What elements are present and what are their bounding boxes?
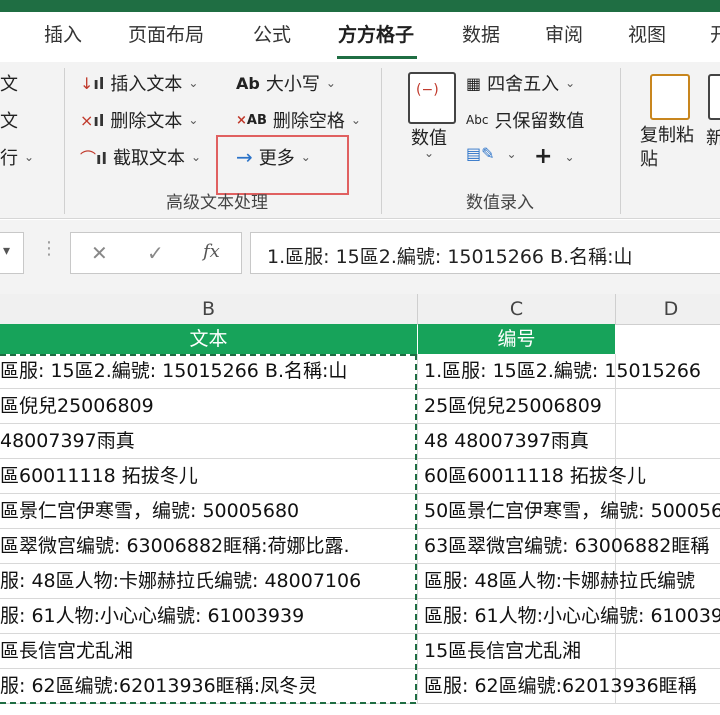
- extract-text-label: 截取文本: [112, 148, 185, 169]
- confirm-icon[interactable]: ✓: [147, 241, 164, 265]
- ribbon-divider: [381, 68, 382, 214]
- formula-content: 1.區服: 15區2.編號: 15015266 B.名稱:山: [267, 246, 633, 268]
- clipboard-icon: [650, 74, 690, 120]
- new-icon: [708, 74, 720, 120]
- chevron-down-icon: ⌄: [190, 150, 202, 164]
- case-label: 大小写: [265, 74, 320, 95]
- round-label: 四舍五入: [487, 74, 560, 95]
- tab-developer[interactable]: 开: [710, 20, 720, 47]
- copy-selection-marquee: [0, 354, 417, 704]
- chevron-down-icon: ⌄: [188, 113, 199, 127]
- tab-insert[interactable]: 插入: [44, 20, 82, 47]
- highlight-box: [216, 135, 349, 195]
- formula-bar: ▾ ⋮ ✕ ✓ fx 1.區服: 15區2.編號: 15015266 B.名稱:…: [0, 220, 720, 294]
- remove-space-button[interactable]: ×AB 删除空格 ⌄: [236, 107, 361, 133]
- chevron-down-icon: ⌄: [325, 76, 336, 90]
- plus-icon: +: [534, 144, 553, 169]
- edit-icon: ▤✎: [466, 144, 495, 163]
- delete-text-label: 删除文本: [110, 111, 183, 132]
- chevron-down-icon: ⌄: [188, 76, 199, 90]
- chevron-down-icon: ⌄: [424, 146, 435, 160]
- insert-text-label: 插入文本: [110, 74, 183, 95]
- chevron-down-icon: ▾: [3, 243, 11, 259]
- header-cell-text[interactable]: 文本: [0, 324, 417, 354]
- formula-actions: ✕ ✓ fx: [70, 232, 242, 274]
- ribbon-divider: [64, 68, 65, 214]
- add-button[interactable]: + ⌄: [534, 144, 575, 169]
- more-dots-icon: ⋮: [40, 238, 58, 259]
- column-header-d[interactable]: D: [616, 294, 720, 324]
- chevron-down-icon: ⌄: [506, 146, 517, 161]
- name-box[interactable]: ▾: [0, 232, 24, 274]
- title-bar-strip: [0, 0, 720, 12]
- ribbon-tab-bar: 插入 页面布局 公式 方方格子 数据 审阅 视图 开: [0, 0, 720, 62]
- insert-text-icon: ↓ıl: [80, 73, 105, 93]
- delete-text-button[interactable]: ×ıl 删除文本 ⌄: [80, 107, 198, 133]
- cancel-icon[interactable]: ✕: [91, 241, 108, 265]
- keep-numeric-label: 只保留数值: [494, 111, 585, 132]
- chevron-down-icon: ⌄: [24, 150, 35, 164]
- remove-space-label: 删除空格: [272, 111, 345, 132]
- tab-page-layout[interactable]: 页面布局: [128, 20, 204, 47]
- ribbon-left-item-2[interactable]: 文: [0, 107, 18, 133]
- value-icon-glyph: (−): [416, 82, 439, 98]
- keep-numeric-button[interactable]: Abc 只保留数值: [466, 107, 584, 133]
- chevron-down-icon: ⌄: [350, 113, 361, 127]
- ribbon-divider: [620, 68, 621, 214]
- header-cell-number[interactable]: 编号: [418, 324, 615, 354]
- extract-text-button[interactable]: ⌒ıl 截取文本 ⌄: [80, 144, 201, 170]
- keep-numeric-icon: Abc: [466, 113, 489, 127]
- chevron-down-icon: ⌄: [564, 149, 575, 164]
- ribbon: 文 文 行 ⌄ ↓ıl 插入文本 ⌄ ×ıl 删除文本 ⌄ ⌒ıl 截取文本 ⌄ Ab …: [0, 62, 720, 219]
- ribbon-left-item-3[interactable]: 行 ⌄: [0, 144, 34, 170]
- tab-formulas[interactable]: 公式: [253, 20, 291, 47]
- case-icon: Ab: [236, 73, 260, 93]
- ribbon-left-item-1[interactable]: 文: [0, 70, 18, 96]
- delete-text-icon: ×ıl: [80, 110, 105, 130]
- tab-view[interactable]: 视图: [628, 20, 666, 47]
- numeric-group-label: 数值录入: [466, 193, 534, 213]
- text-group-label: 高级文本处理: [166, 193, 268, 213]
- edit-button[interactable]: ▤✎ ⌄: [466, 144, 517, 163]
- copy-paste-button[interactable]: 复制粘贴: [640, 124, 696, 172]
- chevron-down-icon: ⌄: [565, 76, 576, 90]
- ribbon-left-item-3-label: 行: [0, 148, 18, 169]
- insert-function-icon[interactable]: fx: [203, 241, 220, 262]
- extract-text-icon: ⌒ıl: [80, 149, 107, 168]
- tab-fangfang[interactable]: 方方格子: [338, 20, 414, 47]
- case-button[interactable]: Ab 大小写 ⌄: [236, 70, 336, 96]
- value-icon: (−): [408, 72, 456, 124]
- formula-input[interactable]: 1.區服: 15區2.編號: 15015266 B.名稱:山: [250, 232, 720, 274]
- column-header-c[interactable]: C: [418, 294, 615, 324]
- new-button[interactable]: 新: [706, 124, 720, 150]
- tab-data[interactable]: 数据: [462, 20, 500, 47]
- column-header-bar: B C D: [0, 294, 720, 325]
- tab-review[interactable]: 审阅: [545, 20, 583, 47]
- active-tab-indicator: [337, 56, 417, 59]
- round-button[interactable]: ▦ 四舍五入 ⌄: [466, 70, 575, 96]
- remove-space-icon: ×AB: [236, 112, 267, 128]
- insert-text-button[interactable]: ↓ıl 插入文本 ⌄: [80, 70, 198, 96]
- column-header-b[interactable]: B: [0, 294, 417, 324]
- round-icon: ▦: [466, 73, 482, 93]
